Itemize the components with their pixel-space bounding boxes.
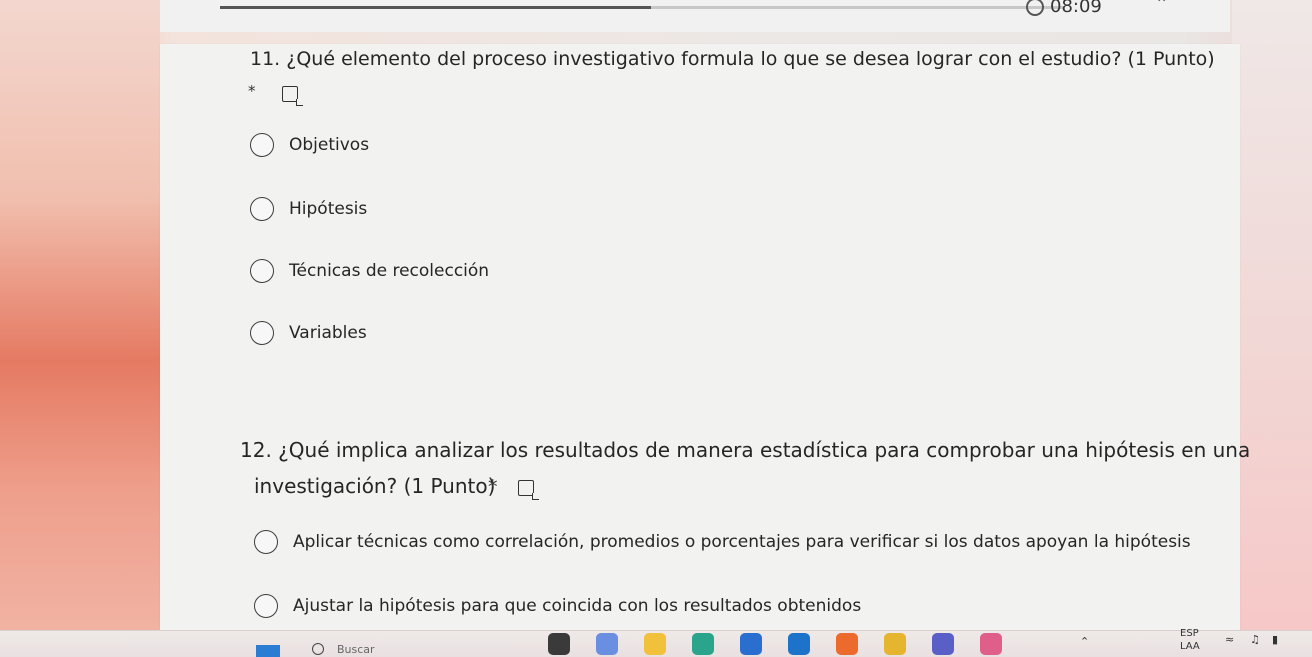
terminal-icon[interactable]	[548, 633, 570, 655]
option-tecnicas[interactable]: Técnicas de recolección	[250, 259, 489, 283]
immersive-reader-icon[interactable]	[518, 480, 539, 500]
firefox-icon[interactable]	[836, 633, 858, 655]
teams-icon[interactable]	[932, 633, 954, 655]
option-label: Ajustar la hipótesis para que coincida c…	[293, 596, 862, 616]
radio-button[interactable]	[250, 133, 274, 157]
option-label: Variables	[289, 323, 367, 343]
wifi-icon[interactable]: ≈	[1225, 633, 1234, 646]
option-label: Hipótesis	[289, 199, 368, 219]
language-indicator[interactable]: ESP	[1180, 628, 1199, 639]
chevron-up-icon[interactable]: ⌃	[1080, 635, 1089, 648]
question-12-title-line2: investigación? (1 Punto)	[254, 474, 496, 498]
search-icon[interactable]	[312, 643, 324, 655]
option-label: Técnicas de recolección	[289, 261, 490, 281]
timer-text: 08:09	[1050, 0, 1102, 17]
progress-bar-fill	[220, 6, 651, 9]
windows-taskbar: Buscar ⌃ ESP LAA ≈ ♫ ▮	[0, 628, 1312, 657]
file-explorer-icon[interactable]	[644, 633, 666, 655]
form-top-bar: 08:09 ⌃	[160, 0, 1230, 32]
option-hipotesis[interactable]: Hipótesis	[250, 197, 367, 221]
radio-button[interactable]	[254, 594, 278, 618]
taskbar-search-placeholder[interactable]: Buscar	[337, 643, 375, 656]
battery-icon[interactable]: ▮	[1272, 633, 1278, 646]
microsoft-store-icon[interactable]	[740, 633, 762, 655]
option-variables[interactable]: Variables	[250, 321, 367, 345]
wallpaper-left	[0, 0, 160, 656]
option-label: Objetivos	[289, 135, 370, 155]
radio-button[interactable]	[250, 259, 274, 283]
windows-start-icon[interactable]	[256, 645, 280, 657]
option-ajustar-hipotesis[interactable]: Ajustar la hipótesis para que coincida c…	[254, 594, 861, 618]
option-aplicar-tecnicas[interactable]: Aplicar técnicas como correlación, prome…	[254, 530, 1191, 554]
chevron-up-icon[interactable]: ⌃	[1155, 0, 1168, 13]
form-card: 11. ¿Qué elemento del proceso investigat…	[160, 44, 1250, 634]
edge-icon[interactable]	[692, 633, 714, 655]
question-11-title: 11. ¿Qué elemento del proceso investigat…	[250, 48, 1215, 70]
required-marker: *	[248, 82, 256, 100]
snipping-tool-icon[interactable]	[980, 633, 1002, 655]
chrome-icon[interactable]	[884, 633, 906, 655]
option-objetivos[interactable]: Objetivos	[250, 133, 369, 157]
volume-icon[interactable]: ♫	[1250, 633, 1260, 646]
progress-bar	[220, 6, 1065, 9]
language-indicator-sub[interactable]: LAA	[1180, 641, 1200, 652]
wallpaper-right	[1232, 0, 1312, 656]
radio-button[interactable]	[254, 530, 278, 554]
copilot-icon[interactable]	[596, 633, 618, 655]
radio-button[interactable]	[250, 197, 274, 221]
immersive-reader-icon[interactable]	[282, 86, 303, 106]
question-12-title-line1: 12. ¿Qué implica analizar los resultados…	[240, 438, 1251, 462]
required-marker: *	[488, 476, 498, 498]
option-label: Aplicar técnicas como correlación, prome…	[293, 532, 1191, 552]
radio-button[interactable]	[250, 321, 274, 345]
clock-icon	[1026, 0, 1044, 16]
outlook-icon[interactable]	[788, 633, 810, 655]
